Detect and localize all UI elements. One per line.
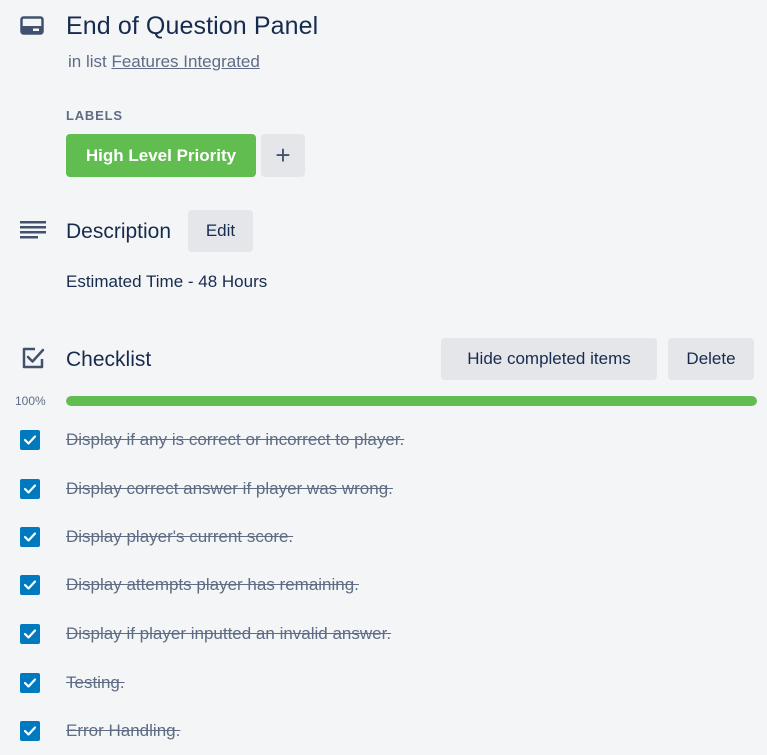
checkbox[interactable]: [20, 673, 40, 693]
checklist-item[interactable]: Testing.: [20, 672, 720, 694]
progress-percent: 100%: [15, 394, 46, 408]
checklist-item-text[interactable]: Display player's current score.: [66, 526, 293, 548]
progress-bar: [66, 396, 757, 406]
checkmark-icon: [23, 629, 37, 639]
card-icon: [20, 16, 44, 36]
checkmark-icon: [23, 726, 37, 736]
checkbox[interactable]: [20, 721, 40, 741]
edit-description-button[interactable]: Edit: [188, 210, 253, 252]
card-list-info: in list Features Integrated: [68, 52, 260, 72]
plus-icon: +: [275, 140, 291, 170]
list-link[interactable]: Features Integrated: [111, 52, 259, 71]
checklist-item[interactable]: Display if player inputted an invalid an…: [20, 623, 720, 645]
checklist-item[interactable]: Display player's current score.: [20, 526, 720, 548]
checkbox[interactable]: [20, 479, 40, 499]
checklist-item-text[interactable]: Display if any is correct or incorrect t…: [66, 429, 404, 451]
list-prefix: in list: [68, 52, 107, 71]
checkmark-icon: [23, 435, 37, 445]
delete-checklist-button[interactable]: Delete: [668, 338, 754, 380]
checkmark-icon: [23, 532, 37, 542]
checklist-item[interactable]: Error Handling.: [20, 720, 720, 742]
checklist-icon: [22, 347, 45, 369]
checklist-item-text[interactable]: Display if player inputted an invalid an…: [66, 623, 391, 645]
checklist-title: Checklist: [66, 348, 152, 371]
checklist-item[interactable]: Display correct answer if player was wro…: [20, 478, 720, 500]
checklist-item[interactable]: Display attempts player has remaining.: [20, 574, 720, 596]
labels-heading: LABELS: [66, 108, 123, 123]
checklist-item-text[interactable]: Display correct answer if player was wro…: [66, 478, 393, 500]
checkmark-icon: [23, 484, 37, 494]
hide-completed-button[interactable]: Hide completed items: [441, 338, 657, 380]
progress-fill: [66, 396, 757, 406]
description-icon: [20, 221, 46, 239]
checkbox[interactable]: [20, 527, 40, 547]
description-title: Description: [66, 220, 172, 243]
checkmark-icon: [23, 678, 37, 688]
checklist-item-text[interactable]: Error Handling.: [66, 720, 180, 742]
card-title[interactable]: End of Question Panel: [66, 12, 318, 41]
checkmark-icon: [23, 580, 37, 590]
checkbox[interactable]: [20, 624, 40, 644]
description-text[interactable]: Estimated Time - 48 Hours: [66, 272, 267, 292]
checklist-item[interactable]: Display if any is correct or incorrect t…: [20, 429, 720, 451]
checklist-item-text[interactable]: Display attempts player has remaining.: [66, 574, 359, 596]
add-label-button[interactable]: +: [261, 134, 305, 177]
checkbox[interactable]: [20, 430, 40, 450]
checklist-item-text[interactable]: Testing.: [66, 672, 125, 694]
label-high-level-priority[interactable]: High Level Priority: [66, 134, 256, 177]
checkbox[interactable]: [20, 575, 40, 595]
